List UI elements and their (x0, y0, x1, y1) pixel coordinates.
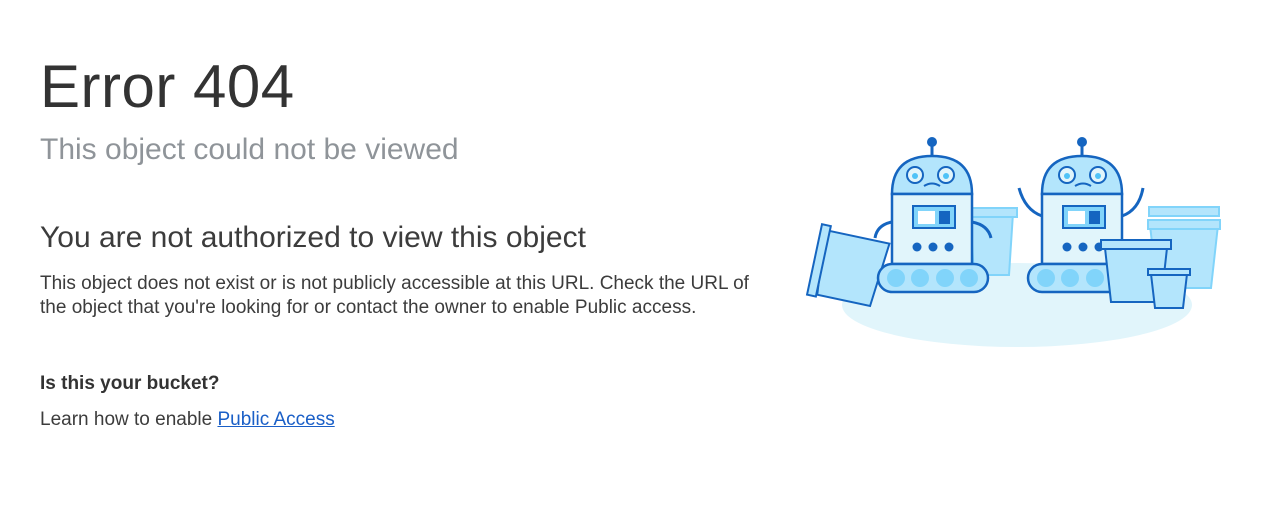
error-title: Error 404 (40, 53, 295, 120)
bucket-question: Is this your bucket? (40, 373, 220, 394)
bucket-front-small (1147, 268, 1191, 309)
message-heading: You are not authorized to view this obje… (40, 221, 586, 254)
learn-prefix: Learn how to enable (40, 409, 218, 430)
error-content: Error 404 This object could not be viewe… (40, 52, 760, 432)
learn-line: Learn how to enable Public Access (40, 408, 760, 432)
sad-robots-illustration (805, 137, 1221, 347)
message-body: This object does not exist or is not pub… (40, 273, 749, 318)
error-subtitle: This object could not be viewed (40, 133, 459, 166)
public-access-link[interactable]: Public Access (217, 409, 334, 430)
error-page: Error 404 This object could not be viewe… (0, 0, 1282, 528)
